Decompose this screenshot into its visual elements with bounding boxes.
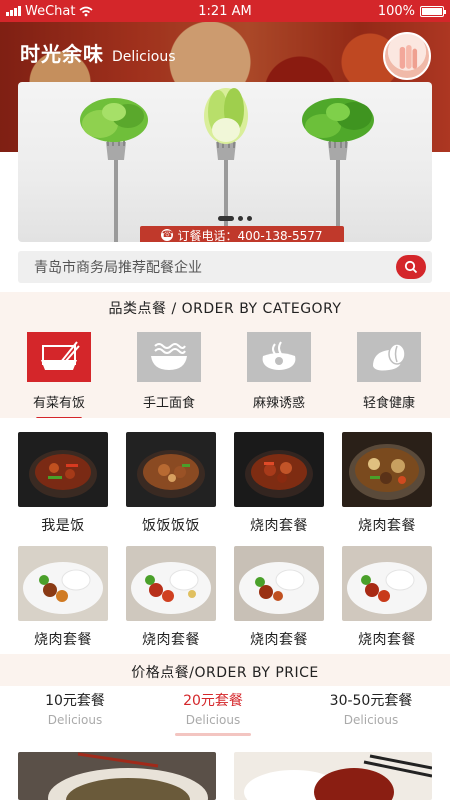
rice-bowl-chopsticks-icon (41, 341, 80, 370)
search-bar[interactable]: 青岛市商务局推荐配餐企业 (18, 251, 432, 283)
dish-card[interactable]: 烧肉套餐 (126, 546, 216, 649)
hero-banner[interactable]: ☎ 订餐电话：400-138-5577 (18, 82, 432, 242)
price-tab-sub: Delicious (185, 713, 241, 727)
price-section-title: 价格点餐/ORDER BY PRICE (131, 665, 319, 681)
search-button[interactable] (396, 255, 426, 279)
dish-card[interactable]: 烧肉套餐 (342, 432, 432, 535)
search-input[interactable]: 青岛市商务局推荐配餐企业 (34, 257, 396, 277)
avatar-image (399, 45, 418, 69)
price-tab-20[interactable]: 20元套餐 Delicious (138, 690, 288, 736)
carousel-dots (218, 216, 252, 221)
dish-image (18, 546, 108, 621)
dish-label: 烧肉套餐 (250, 518, 308, 534)
dish-label: 烧肉套餐 (358, 632, 416, 648)
dish-image (342, 432, 432, 507)
carousel-dot[interactable] (247, 216, 252, 221)
dish-image (18, 432, 108, 507)
dish-label: 烧肉套餐 (358, 518, 416, 534)
wifi-icon (79, 6, 93, 16)
brand-title: 时光余味 (20, 42, 104, 66)
dish-image (126, 546, 216, 621)
order-phone-badge[interactable]: ☎ 订餐电话：400-138-5577 (140, 226, 344, 242)
status-right: 100% (294, 3, 446, 19)
dish-label: 烧肉套餐 (250, 632, 308, 648)
spicy-pot-icon (262, 341, 296, 370)
category-label: 有菜有饭 (32, 396, 85, 411)
battery-icon (420, 5, 446, 17)
category-item-spicy[interactable]: 麻辣诱惑 (234, 332, 324, 411)
dish-label: 我是饭 (41, 518, 85, 534)
price-tab-label: 10元套餐 (45, 693, 105, 709)
category-label: 手工面食 (142, 396, 195, 411)
price-tab-sub: Delicious (343, 713, 399, 727)
dish-card[interactable]: 烧肉套餐 (18, 546, 108, 649)
price-tab-active-underline (175, 733, 251, 736)
price-tab-label: 20元套餐 (183, 693, 243, 709)
price-item-image[interactable] (234, 752, 432, 800)
category-box (357, 332, 421, 382)
light-food-icon (373, 343, 406, 371)
dish-card[interactable]: 饭饭饭饭 (126, 432, 216, 535)
dish-image (126, 432, 216, 507)
dish-label: 饭饭饭饭 (142, 518, 200, 534)
dish-card[interactable]: 烧肉套餐 (342, 546, 432, 649)
category-label: 轻食健康 (362, 396, 415, 411)
dish-label: 烧肉套餐 (142, 632, 200, 648)
status-bar: WeChat 1:21 AM 100% (0, 0, 450, 22)
category-item-noodles[interactable]: 手工面食 (124, 332, 214, 411)
brand: 时光余味 Delicious (20, 38, 176, 67)
dish-label: 烧肉套餐 (34, 632, 92, 648)
category-box (247, 332, 311, 382)
category-item-light-food[interactable]: 轻食健康 (344, 332, 434, 411)
avatar[interactable] (383, 32, 431, 80)
category-item-rice[interactable]: 有菜有饭 (14, 332, 104, 420)
phone-icon: ☎ (161, 229, 174, 241)
category-box (27, 332, 91, 382)
dish-image (342, 546, 432, 621)
dish-image (234, 546, 324, 621)
brand-subtitle: Delicious (112, 49, 176, 65)
price-tab-sub: Delicious (47, 713, 103, 727)
order-phone-text: 订餐电话：400-138-5577 (177, 228, 323, 243)
category-box (137, 332, 201, 382)
status-left: WeChat (6, 4, 156, 19)
dish-image (234, 432, 324, 507)
price-tab-label: 30-50元套餐 (329, 693, 413, 709)
price-tab-30-50[interactable]: 30-50元套餐 Delicious (296, 690, 446, 727)
category-section-title: 品类点餐 / ORDER BY CATEGORY (108, 301, 342, 317)
signal-icon (6, 6, 21, 16)
carrier-label: WeChat (25, 3, 76, 19)
status-time: 1:21 AM (198, 3, 252, 19)
noodle-bowl-icon (151, 343, 187, 370)
category-label: 麻辣诱惑 (252, 396, 305, 411)
price-tab-10[interactable]: 10元套餐 Delicious (0, 690, 150, 727)
dish-card[interactable]: 烧肉套餐 (234, 546, 324, 649)
dish-card[interactable]: 烧肉套餐 (234, 432, 324, 535)
search-icon (404, 260, 418, 274)
battery-percent: 100% (377, 3, 415, 19)
dish-card[interactable]: 我是饭 (18, 432, 108, 535)
carousel-dot[interactable] (238, 216, 243, 221)
carousel-dot-active[interactable] (218, 216, 234, 221)
price-item-image[interactable] (18, 752, 216, 800)
